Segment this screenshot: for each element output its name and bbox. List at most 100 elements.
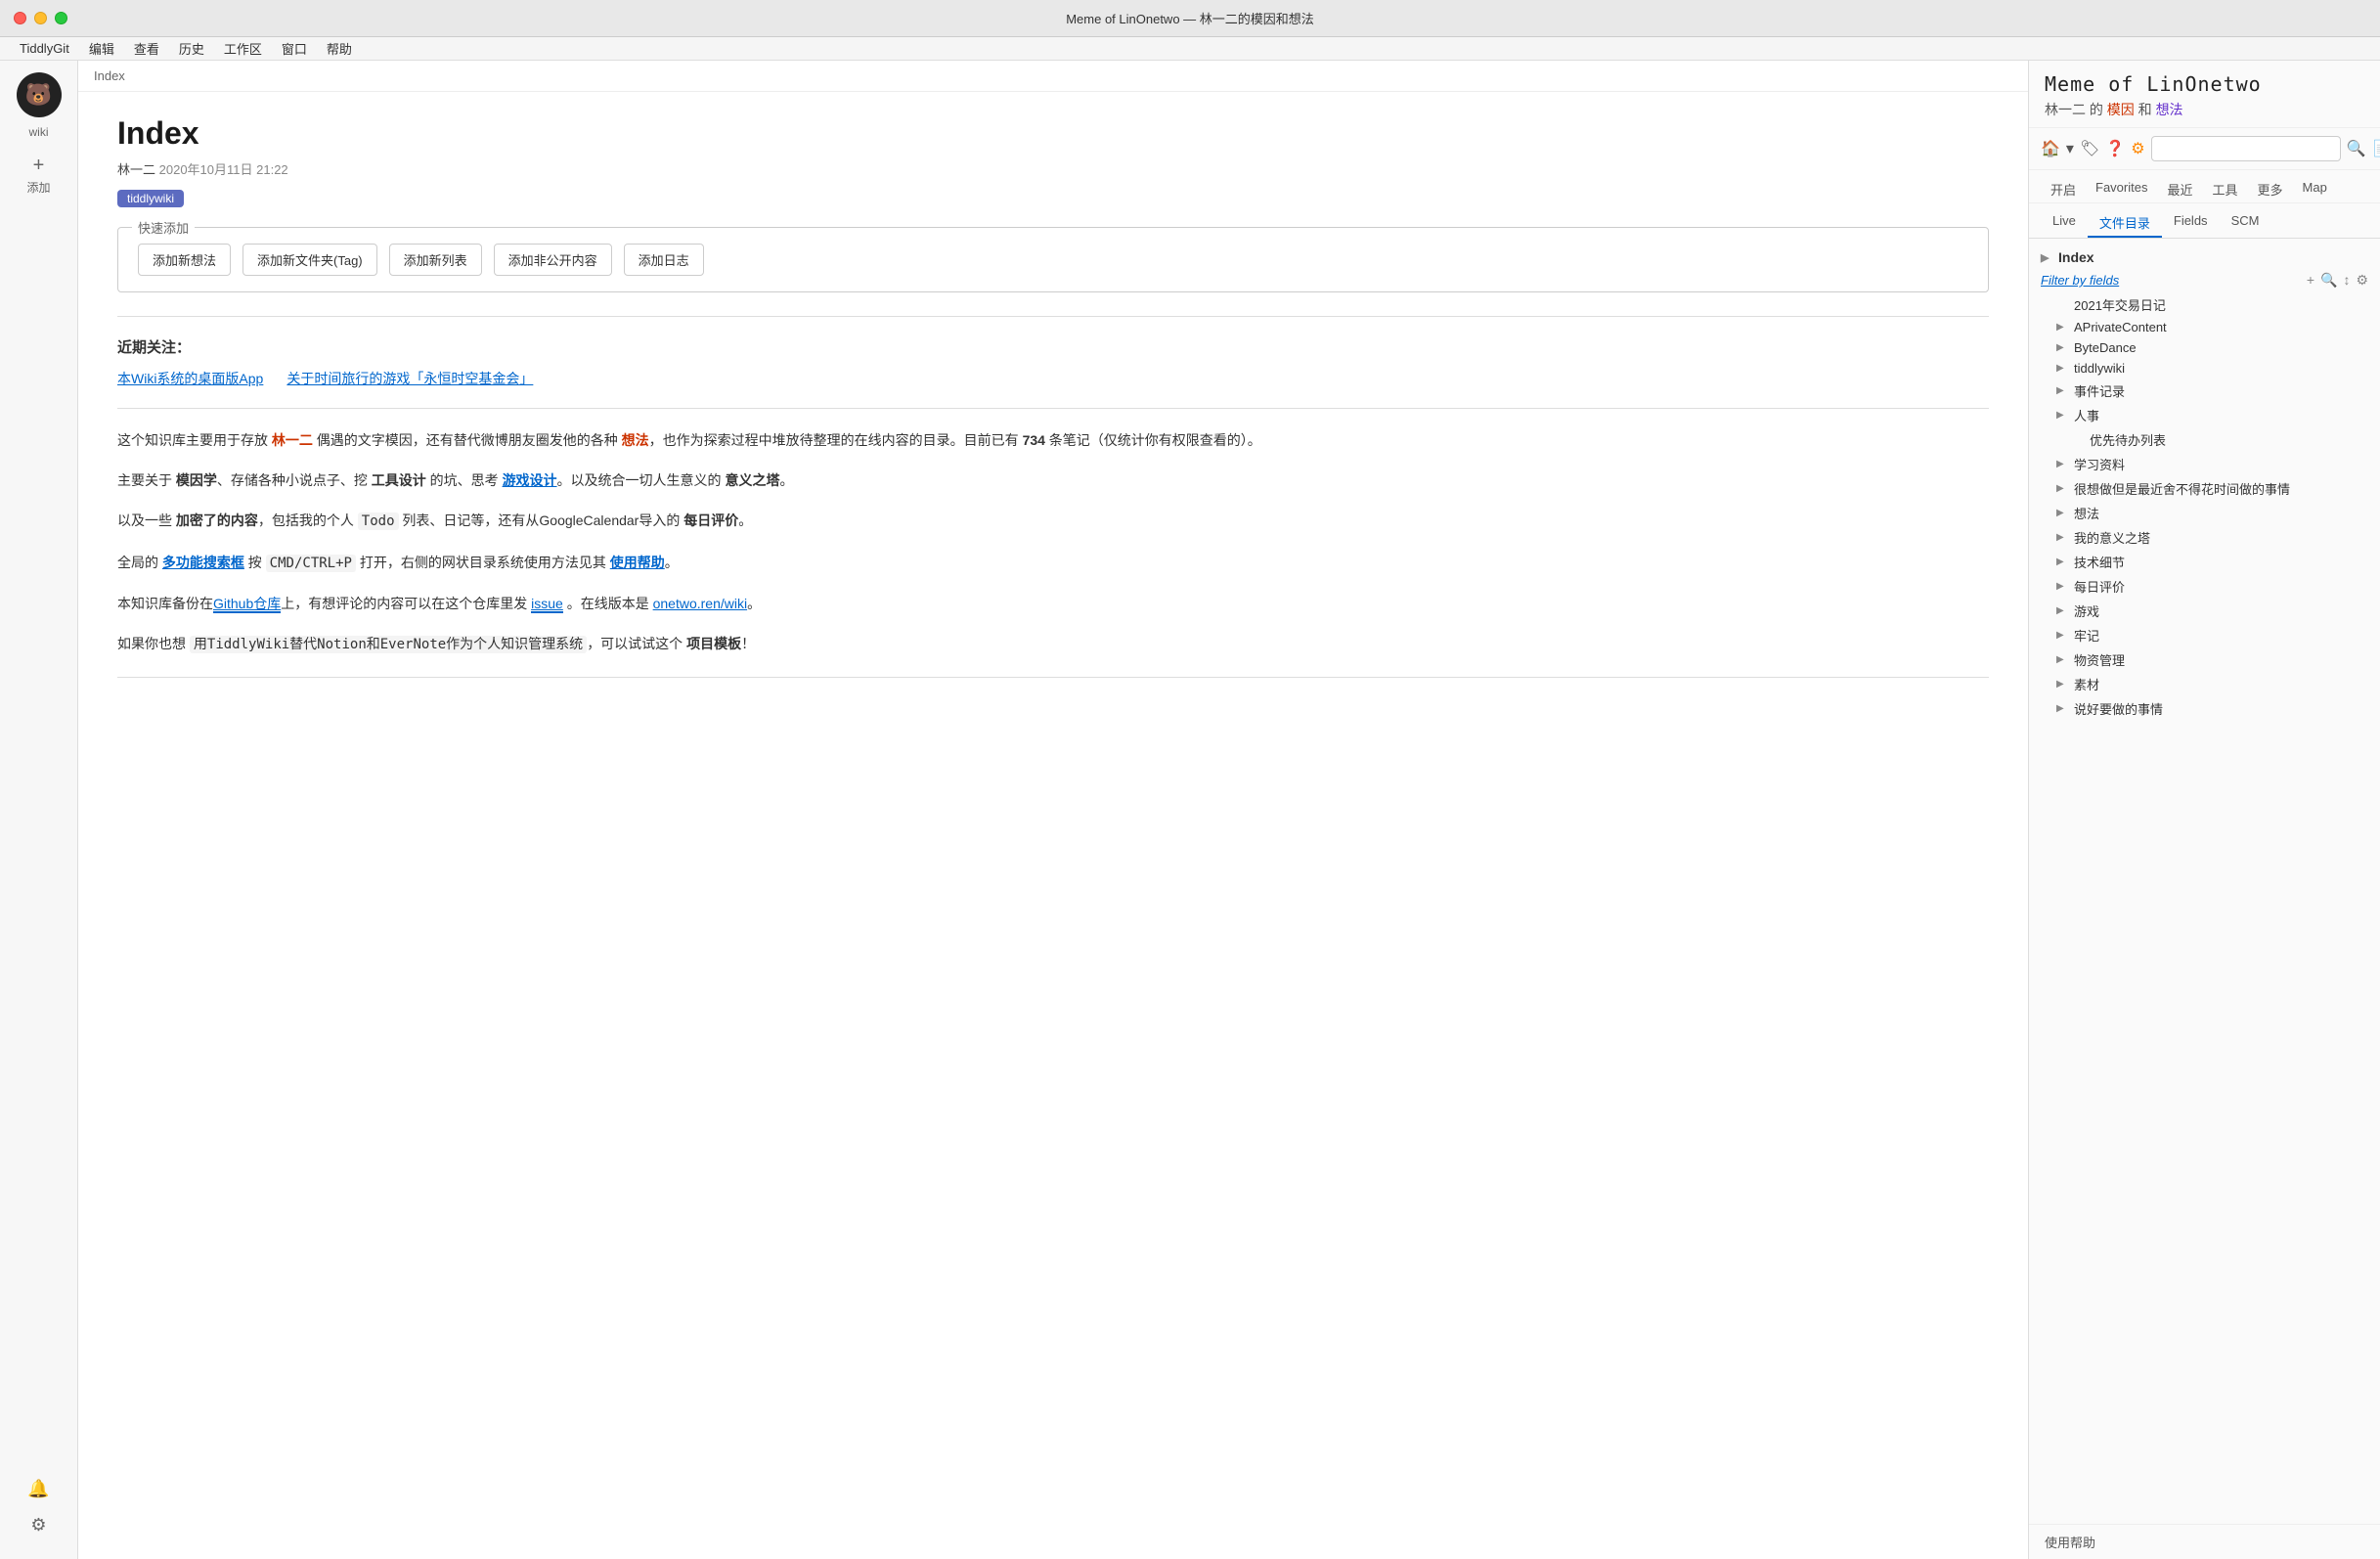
right-panel: Meme of LinOnetwo 林一二 的 模因 和 想法 🏠 ▾ 🏷 ❓ …: [2028, 61, 2380, 1559]
window-controls[interactable]: [14, 12, 67, 24]
tree-label-7: 学习资料: [2074, 455, 2125, 473]
github-link[interactable]: Github仓库: [213, 596, 281, 613]
gear-icon[interactable]: ⚙: [2131, 136, 2144, 161]
maximize-button[interactable]: [55, 12, 67, 24]
settings-filter-icon[interactable]: ⚙: [2356, 272, 2368, 289]
recent-link-1[interactable]: 本Wiki系统的桌面版App: [117, 369, 263, 388]
help-icon[interactable]: ❓: [2105, 136, 2125, 161]
tab-scm[interactable]: SCM: [2220, 209, 2271, 238]
search-icon[interactable]: 🔍: [2347, 136, 2366, 161]
tree-item-4[interactable]: ▶ 事件记录: [2029, 379, 2380, 403]
tree-item-7[interactable]: ▶ 学习资料: [2029, 452, 2380, 476]
settings-icon[interactable]: ⚙: [30, 1515, 46, 1536]
tree-item-11[interactable]: ▶ 技术细节: [2029, 550, 2380, 574]
dropdown-icon[interactable]: ▾: [2066, 136, 2074, 161]
paragraph-5: 本知识库备份在Github仓库上，有想评论的内容可以在这个仓库里发 issue …: [117, 592, 1989, 616]
date: 2020年10月11日 21:22: [159, 162, 288, 177]
tag-icon[interactable]: 🏷: [2080, 136, 2099, 161]
tree-label-15: 物资管理: [2074, 650, 2125, 669]
tree-label-0: 2021年交易日记: [2074, 295, 2166, 314]
right-panel-header: Meme of LinOnetwo 林一二 的 模因 和 想法: [2029, 61, 2380, 128]
menu-help[interactable]: 帮助: [319, 37, 360, 60]
index-chevron: ▶: [2041, 251, 2056, 264]
tab-filedirectory[interactable]: 文件目录: [2088, 209, 2162, 238]
page-title: Index: [117, 115, 1989, 152]
website-link[interactable]: onetwo.ren/wiki: [653, 596, 748, 611]
recent-link-2[interactable]: 关于时间旅行的游戏「永恒时空基金会」: [286, 369, 533, 388]
tree-item-8[interactable]: ▶ 很想做但是最近舍不得花时间做的事情: [2029, 476, 2380, 501]
search-input[interactable]: [2151, 136, 2341, 161]
notification-icon[interactable]: 🔔: [27, 1479, 49, 1499]
add-button[interactable]: + 添加: [26, 155, 50, 196]
recent-links: 本Wiki系统的桌面版App 关于时间旅行的游戏「永恒时空基金会」: [117, 369, 1989, 388]
close-button[interactable]: [14, 12, 26, 24]
menu-edit[interactable]: 编辑: [81, 37, 122, 60]
filter-section-header[interactable]: Filter by fields + 🔍 ↕ ⚙: [2029, 268, 2380, 292]
tab-live[interactable]: Live: [2041, 209, 2088, 238]
menu-workspace[interactable]: 工作区: [216, 37, 270, 60]
tab-fields[interactable]: Fields: [2162, 209, 2220, 238]
add-journal-button[interactable]: 添加日志: [624, 244, 704, 276]
plus-filter-icon[interactable]: +: [2307, 272, 2314, 289]
tree-item-16[interactable]: ▶ 素材: [2029, 672, 2380, 696]
add-folder-button[interactable]: 添加新文件夹(Tag): [242, 244, 377, 276]
avatar[interactable]: 🐻: [17, 72, 62, 117]
tree-item-2[interactable]: ▶ ByteDance: [2029, 337, 2380, 358]
tree-item-6[interactable]: 优先待办列表: [2029, 427, 2380, 452]
tree-item-12[interactable]: ▶ 每日评价: [2029, 574, 2380, 599]
tree-item-0[interactable]: 2021年交易日记: [2029, 292, 2380, 317]
tree-label-2: ByteDance: [2074, 340, 2137, 355]
nav-tools[interactable]: 工具: [2203, 176, 2248, 202]
right-panel-toolbar: 🏠 ▾ 🏷 ❓ ⚙ 🔍 📄 ✦ ☁ ⟳ »: [2029, 128, 2380, 170]
tree-item-17[interactable]: ▶ 说好要做的事情: [2029, 696, 2380, 721]
divider-2: [117, 408, 1989, 409]
nav-more[interactable]: 更多: [2248, 176, 2293, 202]
add-label: 添加: [26, 179, 50, 196]
search-filter-icon[interactable]: 🔍: [2320, 272, 2337, 289]
sort-filter-icon[interactable]: ↕: [2343, 272, 2350, 289]
tree-index-item[interactable]: ▶ Index: [2029, 246, 2380, 268]
nav-map[interactable]: Map: [2293, 176, 2337, 202]
menu-view[interactable]: 查看: [126, 37, 167, 60]
minimize-button[interactable]: [34, 12, 47, 24]
title-bar: Meme of LinOnetwo — 林一二的模因和想法: [0, 0, 2380, 37]
doc-icon[interactable]: 📄: [2371, 136, 2380, 161]
menu-history[interactable]: 历史: [171, 37, 212, 60]
add-private-button[interactable]: 添加非公开内容: [494, 244, 612, 276]
title-zh-purple: 想法: [2156, 102, 2183, 117]
home-icon[interactable]: 🏠: [2041, 136, 2060, 161]
tree-label-14: 牢记: [2074, 626, 2099, 645]
tree-item-13[interactable]: ▶ 游戏: [2029, 599, 2380, 623]
index-label: Index: [2058, 249, 2094, 265]
tag-badge[interactable]: tiddlywiki: [117, 190, 184, 207]
tree-label-13: 游戏: [2074, 601, 2099, 620]
app-layout: 🐻 wiki + 添加 🔔 ⚙ Index Index 林一二 2020年10月…: [0, 61, 2380, 1559]
wiki-label: wiki: [29, 125, 49, 139]
add-thought-button[interactable]: 添加新想法: [138, 244, 231, 276]
paragraph-2: 主要关于 模因学、存储各种小说点子、挖 工具设计 的坑、思考 游戏设计。以及统合…: [117, 468, 1989, 493]
add-list-button[interactable]: 添加新列表: [389, 244, 482, 276]
tree-item-1[interactable]: ▶ APrivateContent: [2029, 317, 2380, 337]
tree-label-8: 很想做但是最近舍不得花时间做的事情: [2074, 479, 2290, 498]
right-panel-title-zh: 林一二 的 模因 和 想法: [2045, 100, 2364, 119]
title-zh-red: 模因: [2107, 102, 2135, 117]
issue-link[interactable]: issue: [531, 596, 563, 613]
tree-label-6: 优先待办列表: [2090, 430, 2166, 449]
quick-add-buttons: 添加新想法 添加新文件夹(Tag) 添加新列表 添加非公开内容 添加日志: [138, 244, 1968, 276]
menu-window[interactable]: 窗口: [274, 37, 315, 60]
tree-item-10[interactable]: ▶ 我的意义之塔: [2029, 525, 2380, 550]
right-panel-footer[interactable]: 使用帮助: [2029, 1524, 2380, 1559]
tree-item-9[interactable]: ▶ 想法: [2029, 501, 2380, 525]
paragraph-3: 以及一些 加密了的内容，包括我的个人 Todo 列表、日记等，还有从Google…: [117, 509, 1989, 534]
tree-item-15[interactable]: ▶ 物资管理: [2029, 647, 2380, 672]
tree-item-3[interactable]: ▶ tiddlywiki: [2029, 358, 2380, 379]
tree-item-5[interactable]: ▶ 人事: [2029, 403, 2380, 427]
nav-favorites[interactable]: Favorites: [2086, 176, 2157, 202]
nav-kaqi[interactable]: 开启: [2041, 176, 2086, 202]
breadcrumb: Index: [78, 61, 2028, 92]
tree-label-12: 每日评价: [2074, 577, 2125, 596]
tree-item-14[interactable]: ▶ 牢记: [2029, 623, 2380, 647]
tree-label-16: 素材: [2074, 675, 2099, 693]
menu-tiddlygit[interactable]: TiddlyGit: [12, 39, 77, 58]
nav-recent[interactable]: 最近: [2157, 176, 2202, 202]
